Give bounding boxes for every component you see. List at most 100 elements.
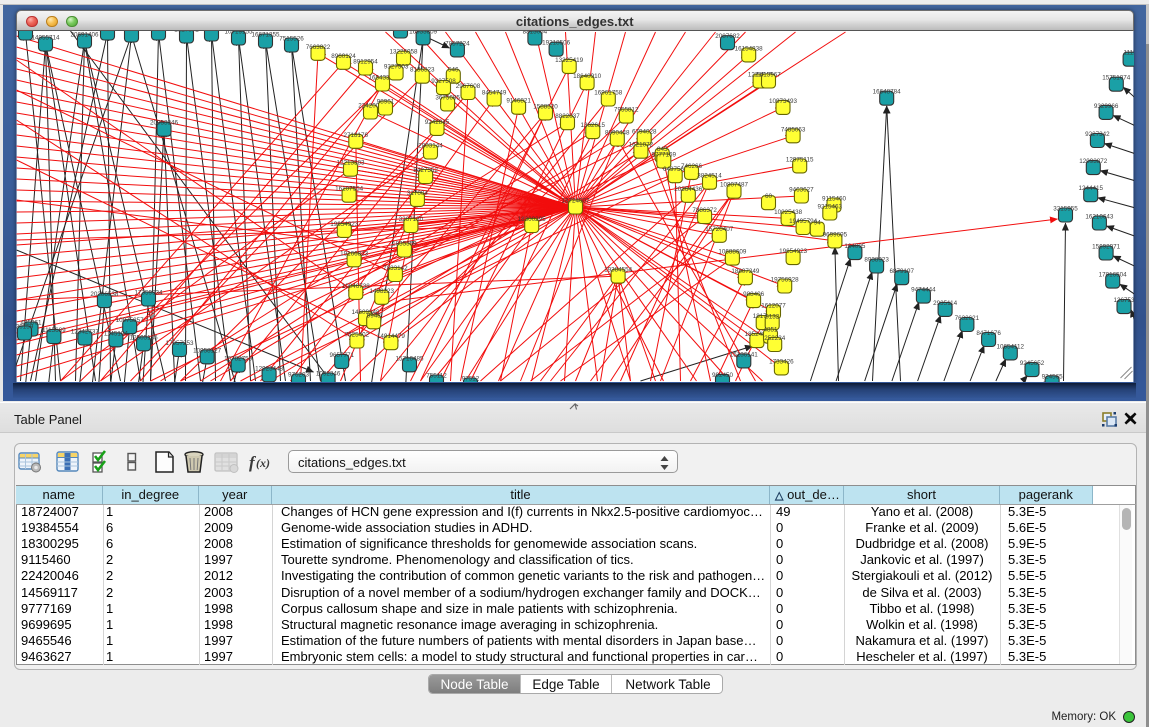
- svg-text:9245652: 9245652: [1019, 360, 1044, 367]
- svg-text:10046738: 10046738: [341, 283, 370, 290]
- svg-text:9227342: 9227342: [1085, 131, 1110, 138]
- svg-text:1115689: 1115689: [42, 327, 66, 334]
- svg-text:746266: 746266: [680, 163, 702, 170]
- svg-text:3267130: 3267130: [398, 216, 423, 223]
- svg-text:8938923: 8938923: [864, 257, 889, 264]
- svg-text:20691406: 20691406: [70, 32, 99, 39]
- svg-text:20364436: 20364436: [674, 186, 703, 193]
- svg-text:16648784: 16648784: [872, 89, 901, 96]
- svg-text:19654923: 19654923: [330, 221, 359, 228]
- svg-text:10807487: 10807487: [719, 182, 748, 189]
- svg-text:8912954: 8912954: [353, 59, 378, 66]
- svg-text:4851: 4851: [763, 327, 778, 334]
- svg-text:20053346: 20053346: [149, 120, 178, 127]
- svg-text:9327508: 9327508: [431, 78, 456, 85]
- svg-text:1733426: 1733426: [769, 358, 794, 365]
- svg-text:15720407: 15720407: [705, 226, 734, 233]
- svg-text:252234: 252234: [764, 335, 786, 342]
- svg-text:20206538: 20206538: [90, 291, 119, 298]
- svg-text:16671355: 16671355: [251, 32, 280, 39]
- svg-text:13226058: 13226058: [389, 49, 418, 56]
- svg-text:9242845: 9242845: [424, 119, 449, 126]
- svg-text:9474444: 9474444: [911, 287, 936, 294]
- svg-text:16033809: 16033809: [409, 31, 438, 35]
- svg-text:1621072: 1621072: [628, 142, 653, 149]
- svg-text:16154838: 16154838: [734, 45, 763, 52]
- svg-text:(x): (x): [256, 456, 270, 470]
- svg-text:17359934: 17359934: [134, 290, 163, 297]
- svg-text:19384554: 19384554: [604, 267, 633, 274]
- svg-text:9657771: 9657771: [329, 352, 354, 359]
- svg-text:16961758: 16961758: [594, 90, 623, 97]
- svg-text:12093872: 12093872: [1079, 158, 1108, 165]
- svg-text:5132: 5132: [765, 313, 780, 320]
- svg-text:10654112: 10654112: [996, 343, 1024, 350]
- svg-text:8186323: 8186323: [410, 67, 435, 74]
- svg-text:1527602: 1527602: [174, 31, 199, 34]
- svg-text:15751074: 15751074: [1102, 75, 1131, 82]
- svg-text:7886372: 7886372: [692, 207, 717, 214]
- svg-text:7515526: 7515526: [279, 36, 304, 43]
- svg-text:1861354: 1861354: [119, 31, 144, 33]
- svg-text:546: 546: [448, 67, 459, 74]
- svg-text:13325419: 13325419: [555, 57, 584, 64]
- svg-text:6879197: 6879197: [889, 268, 914, 275]
- svg-text:6794028: 6794028: [631, 129, 656, 136]
- svg-text:126753: 126753: [1113, 297, 1134, 304]
- svg-text:1145194: 1145194: [103, 330, 128, 337]
- svg-text:12923448: 12923448: [255, 365, 284, 372]
- svg-text:1588520: 1588520: [533, 103, 558, 110]
- svg-text:10025438: 10025438: [774, 209, 803, 216]
- svg-text:14055714: 14055714: [31, 35, 60, 42]
- svg-text:7857224: 7857224: [445, 40, 470, 47]
- svg-text:19756928: 19756928: [770, 277, 799, 284]
- svg-text:1362615: 1362615: [580, 122, 605, 129]
- svg-text:976203: 976203: [287, 372, 309, 379]
- svg-text:7833142: 7833142: [383, 265, 408, 272]
- svg-text:10688609: 10688609: [718, 249, 747, 256]
- svg-text:6413967: 6413967: [756, 72, 781, 79]
- svg-text:9463627: 9463627: [789, 187, 814, 194]
- svg-text:16210643: 16210643: [1085, 214, 1114, 221]
- svg-text:17016504: 17016504: [1098, 272, 1127, 279]
- svg-text:60: 60: [764, 193, 772, 200]
- svg-text:9215463: 9215463: [817, 204, 842, 211]
- svg-text:8813054: 8813054: [522, 31, 547, 36]
- svg-text:12975115: 12975115: [785, 156, 813, 163]
- svg-text:12342737: 12342737: [70, 329, 99, 336]
- svg-text:992450: 992450: [711, 372, 733, 379]
- svg-text:10973493: 10973493: [768, 98, 797, 105]
- svg-text:9146821: 9146821: [506, 98, 531, 105]
- svg-text:8822037: 8822037: [555, 113, 580, 120]
- svg-text:10719155: 10719155: [224, 31, 253, 36]
- svg-text:1244415: 1244415: [1078, 185, 1103, 192]
- svg-text:19654923: 19654923: [779, 248, 808, 255]
- svg-text:1092346: 1092346: [315, 371, 340, 378]
- svg-text:2803144: 2803144: [418, 143, 443, 150]
- svg-text:1112: 1112: [1123, 50, 1133, 57]
- svg-text:18640910: 18640910: [573, 73, 602, 80]
- svg-text:1835359: 1835359: [392, 241, 417, 248]
- svg-text:19218506: 19218506: [542, 40, 571, 47]
- svg-text:3824514: 3824514: [697, 173, 722, 180]
- svg-text:2087682: 2087682: [715, 33, 740, 40]
- svg-text:15692971: 15692971: [1092, 244, 1121, 251]
- svg-text:98961: 98961: [376, 99, 394, 106]
- svg-text:8471676: 8471676: [976, 330, 1001, 337]
- svg-text:2967608: 2967608: [455, 83, 480, 90]
- svg-text:18724007: 18724007: [561, 198, 590, 205]
- svg-text:1498223: 1498223: [369, 288, 394, 295]
- svg-text:164095: 164095: [844, 243, 866, 250]
- svg-text:755112: 755112: [426, 373, 447, 380]
- svg-text:39159: 39159: [16, 324, 34, 331]
- svg-text:2935114: 2935114: [933, 300, 958, 307]
- svg-text:17957253: 17957253: [165, 340, 194, 347]
- svg-text:9115460: 9115460: [821, 196, 846, 203]
- svg-text:3675685: 3675685: [435, 94, 460, 101]
- svg-text:10975857: 10975857: [115, 317, 144, 324]
- svg-text:9948: 9948: [366, 312, 381, 319]
- svg-text:988406: 988406: [743, 291, 765, 298]
- svg-text:15136141: 15136141: [729, 351, 758, 358]
- svg-text:6466160: 6466160: [199, 31, 224, 32]
- svg-text:7632621: 7632621: [954, 315, 979, 322]
